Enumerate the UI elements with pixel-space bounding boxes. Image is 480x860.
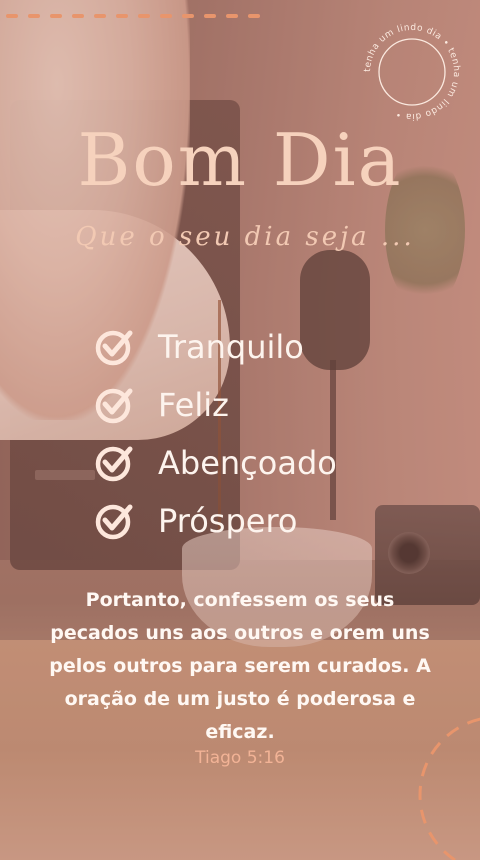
bible-verse: Portanto, confessem os seus pecados uns … <box>49 589 431 743</box>
list-item: Tranquilo <box>94 318 337 376</box>
page-title: Bom Dia <box>77 118 403 202</box>
story-card: tenha um lindo dia • tenha um lindo dia … <box>0 0 480 860</box>
check-circle-icon <box>95 504 133 540</box>
circular-text-badge: tenha um lindo dia • tenha um lindo dia … <box>363 23 461 121</box>
dashed-decoration <box>6 14 260 18</box>
check-circle-icon <box>95 446 133 482</box>
list-item-label: Abençoado <box>158 444 337 482</box>
list-item-label: Tranquilo <box>158 328 304 366</box>
dashed-arc-decoration <box>418 717 480 860</box>
wish-list: Tranquilo Feliz Abençoado Próspero <box>94 318 337 550</box>
svg-text:tenha um lindo dia • tenha um: tenha um lindo dia • tenha um lindo dia … <box>363 23 461 121</box>
list-item-label: Feliz <box>158 386 229 424</box>
check-circle-icon <box>95 330 133 366</box>
check-circle-icon <box>95 388 133 424</box>
list-item-label: Próspero <box>158 502 298 540</box>
list-item: Próspero <box>94 492 337 550</box>
subtitle: Que o seu dia seja ... <box>75 222 415 252</box>
badge-ring-text: tenha um lindo dia • tenha um lindo dia … <box>363 23 461 121</box>
list-item: Abençoado <box>94 434 337 492</box>
list-item: Feliz <box>94 376 337 434</box>
